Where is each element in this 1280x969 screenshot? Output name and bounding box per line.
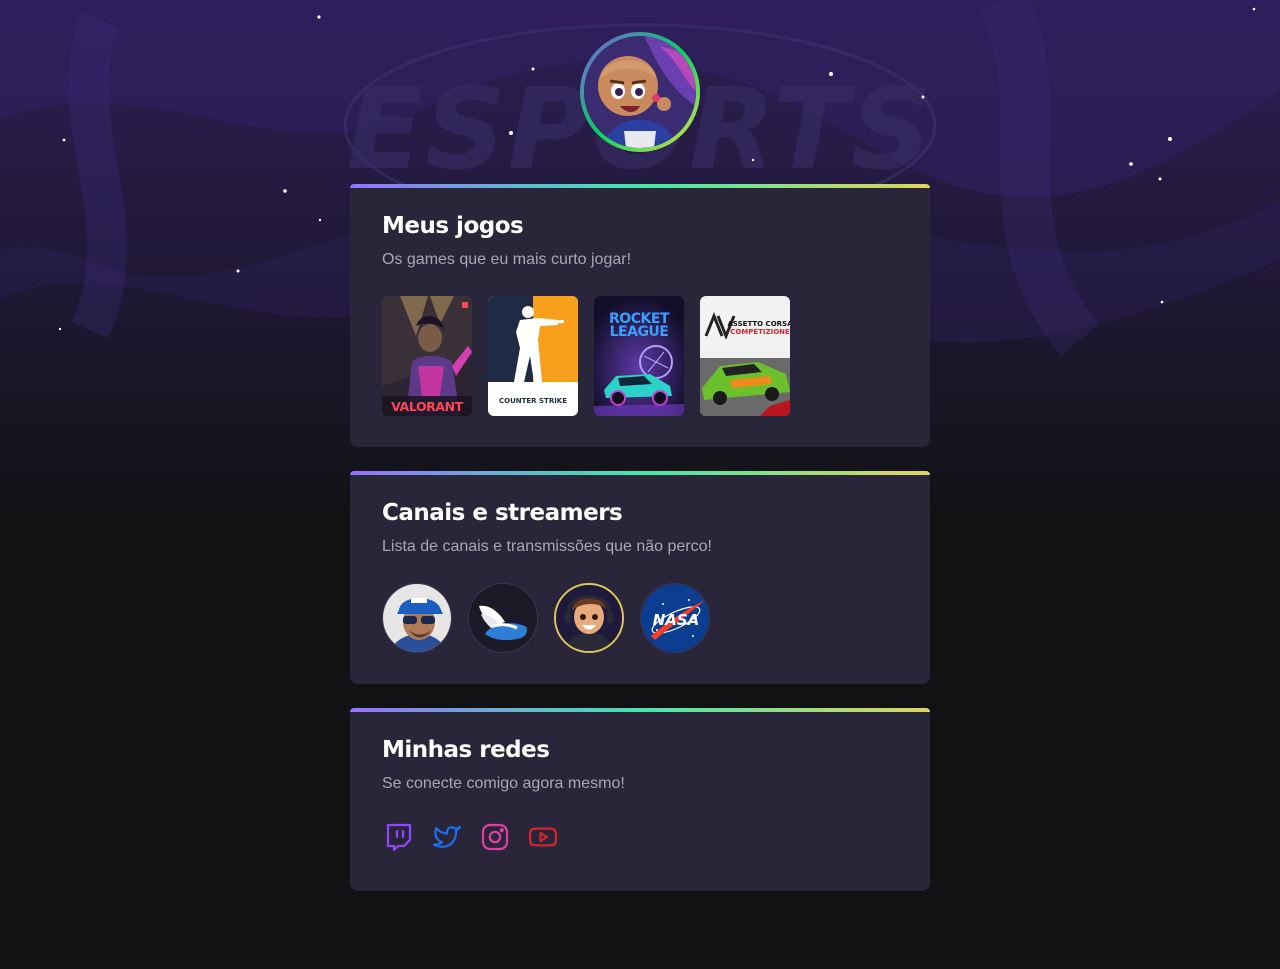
youtube-icon[interactable] xyxy=(528,822,558,852)
socials-card-title: Minhas redes xyxy=(382,737,550,763)
assetto-corsa-logo-line1: ASSETTO CORSA xyxy=(727,320,790,328)
socials-card-subtitle: Se conecte comigo agora mesmo! xyxy=(382,775,625,792)
socials-list xyxy=(382,822,898,852)
channels-card-subtitle: Lista de canais e transmissões que não p… xyxy=(382,538,712,555)
games-list: VALORANT COUNTER STRIKE ROCKET LEAGUE AS… xyxy=(382,296,898,416)
channels-card-title: Canais e streamers xyxy=(382,500,623,526)
games-card: Meus jogos Os games que eu mais curto jo… xyxy=(350,184,930,447)
nasa-logo-text: NASA xyxy=(653,611,700,629)
twitter-icon[interactable] xyxy=(432,822,462,852)
profile-avatar-illustration xyxy=(584,36,696,148)
rocket-league-logo-line2: LEAGUE xyxy=(610,324,669,340)
socials-card: Minhas redes Se conecte comigo agora mes… xyxy=(350,708,930,891)
game-cover-assetto-corsa[interactable]: ASSETTO CORSA COMPETIZIONE xyxy=(700,296,790,416)
channels-card: Canais e streamers Lista de canais e tra… xyxy=(350,471,930,684)
profile-avatar xyxy=(580,32,700,152)
channels-list: NASA xyxy=(382,583,898,653)
games-card-title: Meus jogos xyxy=(382,213,524,239)
instagram-icon[interactable] xyxy=(480,822,510,852)
channel-streamer-cap[interactable] xyxy=(382,583,452,653)
counter-strike-logo-text: COUNTER STRIKE xyxy=(499,397,567,405)
assetto-corsa-logo-line2: COMPETIZIONE xyxy=(730,328,790,336)
game-cover-counter-strike[interactable]: COUNTER STRIKE xyxy=(488,296,578,416)
game-cover-valorant[interactable]: VALORANT xyxy=(382,296,472,416)
games-card-subtitle: Os games que eu mais curto jogar! xyxy=(382,251,632,268)
game-cover-rocket-league[interactable]: ROCKET LEAGUE xyxy=(594,296,684,416)
valorant-logo-text: VALORANT xyxy=(391,399,464,414)
channel-nasa[interactable]: NASA xyxy=(640,583,710,653)
twitch-icon[interactable] xyxy=(384,822,414,852)
channel-cartoon-streamer[interactable] xyxy=(554,583,624,653)
channel-wing-logo[interactable] xyxy=(468,583,538,653)
